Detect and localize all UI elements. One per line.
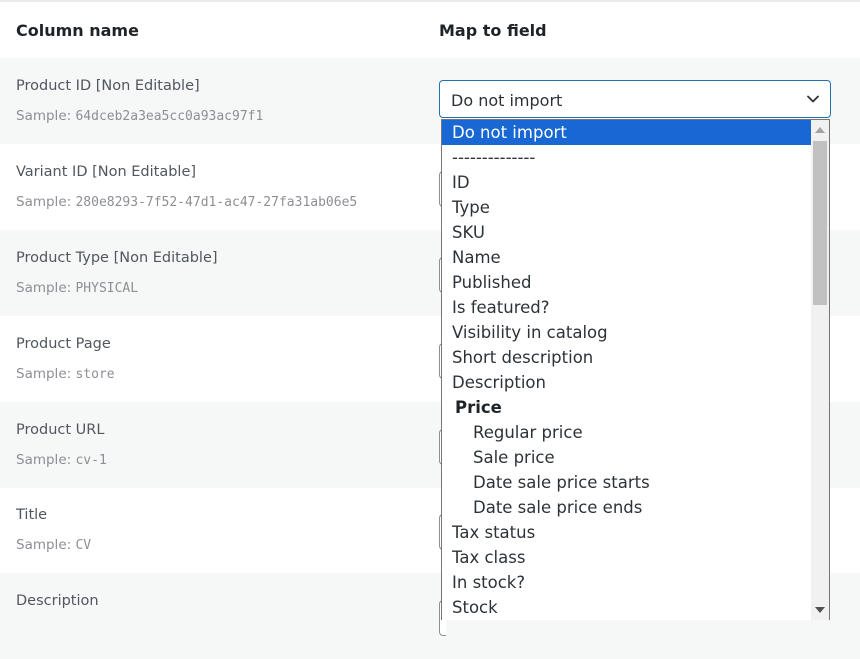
column-name: Title: [16, 507, 48, 523]
map-to-field-select[interactable]: Do not import: [439, 80, 831, 118]
sample-text: Sample: PHYSICAL: [16, 280, 139, 296]
column-name: Variant ID [Non Editable]: [16, 164, 197, 180]
column-name: Product Page: [16, 336, 111, 352]
option-tax-status[interactable]: Tax status: [442, 520, 811, 545]
map-to-field-heading: Map to field: [439, 21, 547, 40]
sample-text: Sample: 64dceb2a3ea5cc0a93ac97f1: [16, 108, 264, 124]
option-date-sale-price-ends[interactable]: Date sale price ends: [442, 495, 811, 520]
chevron-down-icon: [807, 95, 819, 103]
option-do-not-import[interactable]: Do not import: [442, 120, 811, 145]
scrollbar-thumb[interactable]: [813, 141, 827, 305]
scroll-up-arrow-icon[interactable]: [815, 127, 825, 133]
sample-text: Sample: cv-1: [16, 452, 107, 468]
column-name-heading: Column name: [16, 21, 139, 40]
column-name: Product Type [Non Editable]: [16, 250, 218, 266]
select-value: Do not import: [451, 91, 563, 110]
option-description[interactable]: Description: [442, 370, 811, 395]
column-name: Description: [16, 593, 99, 609]
column-name: Product ID [Non Editable]: [16, 78, 200, 94]
option-visibility-in-catalog[interactable]: Visibility in catalog: [442, 320, 811, 345]
dropdown-scrollbar[interactable]: [811, 120, 829, 620]
column-name: Product URL: [16, 422, 105, 438]
option-stock[interactable]: Stock: [442, 595, 811, 620]
option-group-price: Price: [455, 398, 502, 417]
option-short-description[interactable]: Short description: [442, 345, 811, 370]
scroll-down-arrow-icon[interactable]: [815, 607, 825, 613]
option-published[interactable]: Published: [442, 270, 811, 295]
field-options-dropdown[interactable]: Do not import -------------- ID Type SKU…: [441, 119, 830, 620]
option-is-featured[interactable]: Is featured?: [442, 295, 811, 320]
option-separator: --------------: [452, 148, 536, 167]
option-id[interactable]: ID: [442, 170, 811, 195]
option-regular-price[interactable]: Regular price: [442, 420, 811, 445]
option-sku[interactable]: SKU: [442, 220, 811, 245]
option-sale-price[interactable]: Sale price: [442, 445, 811, 470]
mapping-table-header: Column name Map to field: [0, 2, 860, 58]
option-date-sale-price-starts[interactable]: Date sale price starts: [442, 470, 811, 495]
option-in-stock[interactable]: In stock?: [442, 570, 811, 595]
option-type[interactable]: Type: [442, 195, 811, 220]
sample-text: Sample: store: [16, 366, 115, 382]
sample-text: Sample: 280e8293-7f52-47d1-ac47-27fa31ab…: [16, 194, 358, 210]
option-tax-class[interactable]: Tax class: [442, 545, 811, 570]
sample-text: Sample: CV: [16, 537, 92, 553]
option-name[interactable]: Name: [442, 245, 811, 270]
